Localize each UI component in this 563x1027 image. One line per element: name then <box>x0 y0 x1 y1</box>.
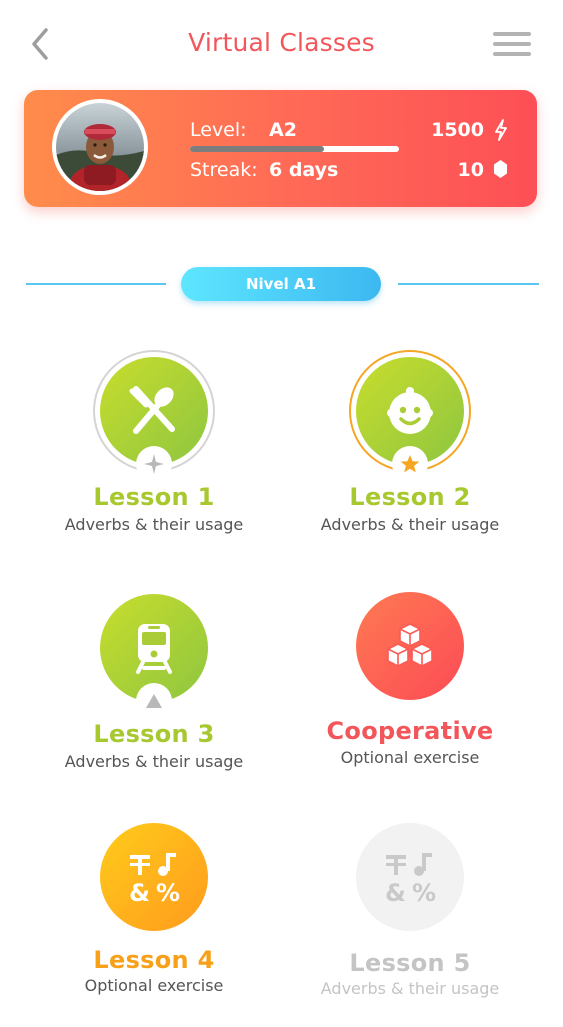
lesson-title: Cooperative <box>326 717 494 745</box>
gem-icon <box>494 160 507 178</box>
level-progress-fill <box>190 146 324 152</box>
lightning-icon <box>495 119 507 141</box>
hamburger-menu-icon <box>493 32 531 56</box>
level-banner: Nivel A1 <box>181 267 381 301</box>
gem-count: 10 <box>457 159 484 181</box>
star-icon <box>400 455 420 473</box>
symbols-icon: & % <box>129 853 180 905</box>
triangle-icon <box>146 694 162 708</box>
lesson-card-5[interactable]: & % Lesson 5 Adverbs & their usage <box>270 816 550 1006</box>
level-value: A2 <box>269 119 297 141</box>
streak-value: 6 days <box>269 159 339 181</box>
lesson-title: Lesson 3 <box>93 720 215 748</box>
divider-left <box>26 283 166 285</box>
lesson-title: Lesson 1 <box>93 483 215 511</box>
lesson-card-3[interactable]: Lesson 3 Adverbs & their usage <box>14 587 294 777</box>
lesson-card-2[interactable]: Lesson 2 Adverbs & their usage <box>270 350 550 540</box>
streak-label: Streak: <box>190 159 258 181</box>
cooperative-card[interactable]: Cooperative Optional exercise <box>270 585 550 775</box>
lesson-description: Adverbs & their usage <box>320 515 500 534</box>
lesson-title: Lesson 2 <box>349 483 471 511</box>
baby-face-icon <box>387 387 433 434</box>
lesson-description: Adverbs & their usage <box>320 979 500 998</box>
sparkle-icon <box>144 454 164 474</box>
lesson-description: Adverbs & their usage <box>64 515 244 534</box>
lesson-badge <box>392 446 428 482</box>
lesson-icon-circle <box>356 592 464 700</box>
lesson-title: Lesson 5 <box>349 949 471 977</box>
lesson-badge <box>136 683 172 719</box>
svg-text:&: & <box>129 879 150 905</box>
menu-button[interactable] <box>493 32 531 60</box>
divider-right <box>398 283 539 285</box>
virtual-classes-screen: Virtual Classes Level: A2 Streak: 6 days… <box>0 0 563 1027</box>
svg-text:&: & <box>385 879 406 905</box>
svg-text:%: % <box>412 879 436 905</box>
train-icon <box>136 624 172 674</box>
lesson-icon-circle: & % <box>100 823 208 931</box>
lesson-icon-circle: & % <box>356 823 464 931</box>
xp-count: 1500 <box>431 119 484 141</box>
svg-text:%: % <box>156 879 180 905</box>
avatar[interactable] <box>52 99 148 195</box>
level-label: Level: <box>190 119 247 141</box>
lesson-title: Lesson 4 <box>93 946 215 974</box>
lesson-description: Optional exercise <box>84 976 224 995</box>
symbols-icon: & % <box>385 853 436 905</box>
lesson-card-4[interactable]: & % Lesson 4 Optional exercise <box>14 816 294 1006</box>
utensils-icon <box>129 386 175 434</box>
page-title: Virtual Classes <box>188 28 375 57</box>
lesson-description: Optional exercise <box>340 748 480 767</box>
profile-card: Level: A2 Streak: 6 days 1500 10 <box>24 90 537 207</box>
lesson-description: Adverbs & their usage <box>64 752 244 771</box>
lesson-card-1[interactable]: Lesson 1 Adverbs & their usage <box>14 350 294 540</box>
lesson-badge <box>136 446 172 482</box>
level-progress-bar <box>190 146 399 152</box>
cubes-icon <box>387 623 433 667</box>
